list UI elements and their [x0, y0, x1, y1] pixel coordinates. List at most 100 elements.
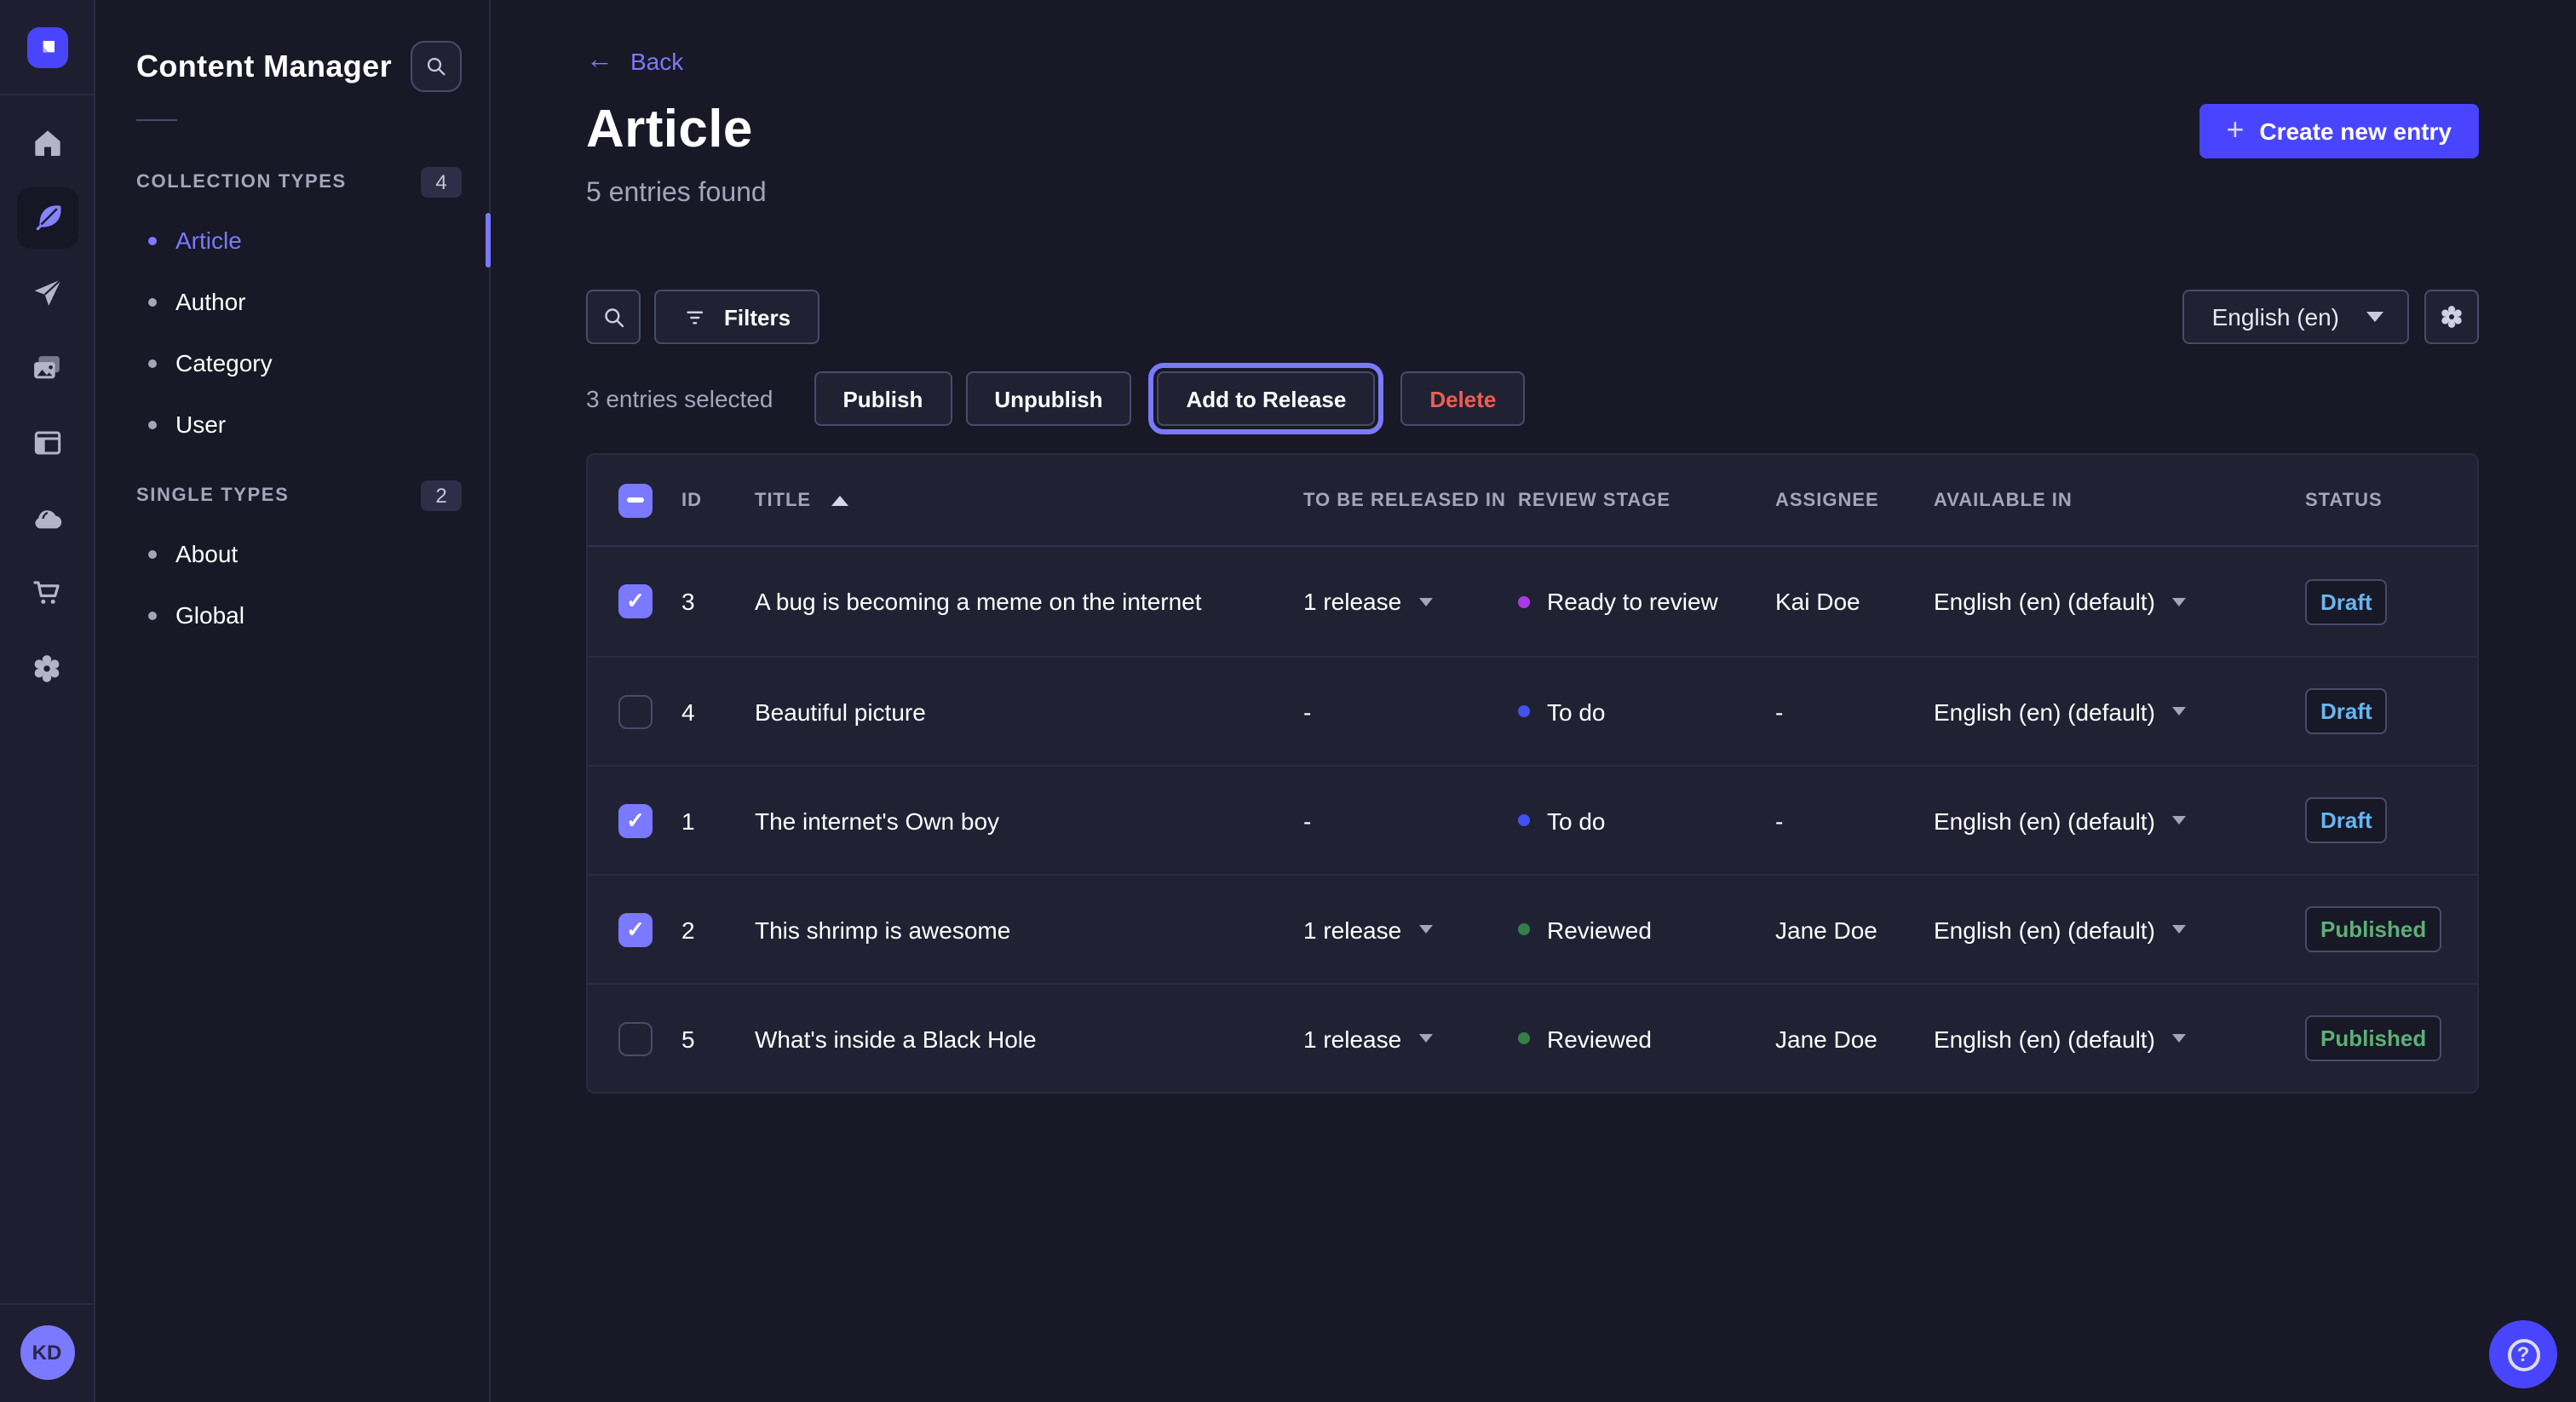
release-count-label: - [1303, 807, 1311, 834]
chevron-down-icon [2172, 925, 2186, 934]
back-arrow-icon: ← [586, 48, 613, 75]
create-new-entry-button[interactable]: + Create new entry [2199, 104, 2479, 158]
sidebar-item-user[interactable]: User [95, 394, 489, 455]
status-badge: Draft [2305, 797, 2388, 843]
cell-to-be-released-in[interactable]: 1 release [1276, 916, 1518, 943]
cell-status: Draft [2305, 797, 2477, 843]
column-header-to-be-released-in[interactable]: TO BE RELEASED IN [1276, 490, 1518, 510]
chevron-down-icon [2172, 1034, 2186, 1043]
sidebar-item-label: About [175, 540, 238, 567]
row-checkbox[interactable] [618, 912, 653, 946]
view-settings-button[interactable] [2424, 290, 2479, 344]
column-header-id[interactable]: ID [681, 490, 755, 510]
home-icon[interactable] [16, 112, 78, 174]
column-header-title[interactable]: TITLE [755, 490, 1276, 510]
publish-button[interactable]: Publish [814, 371, 952, 426]
delete-button[interactable]: Delete [1400, 371, 1525, 426]
cell-assignee: - [1775, 698, 1934, 725]
cell-to-be-released-in[interactable]: 1 release [1276, 1025, 1518, 1052]
locale-dropdown[interactable]: English (en) [2183, 290, 2409, 344]
row-checkbox[interactable] [618, 803, 653, 837]
back-link[interactable]: ← Back [586, 48, 683, 75]
content-type-builder-icon[interactable] [16, 412, 78, 474]
cell-available-in[interactable]: English (en) (default) [1934, 1025, 2305, 1052]
cell-id: 4 [681, 698, 755, 725]
table-row[interactable]: 2 This shrimp is awesome 1 release Revie… [588, 874, 2477, 983]
filters-button[interactable]: Filters [654, 290, 819, 344]
stage-label: Reviewed [1547, 916, 1652, 943]
column-header-label: TITLE [755, 490, 811, 510]
sidebar-item-article[interactable]: Article [95, 210, 489, 271]
stage-label: Reviewed [1547, 1025, 1652, 1052]
chevron-down-icon [2172, 597, 2186, 606]
bullet-icon [148, 359, 157, 367]
subnav-search-button[interactable] [411, 41, 462, 92]
rail-bottom: KD [0, 1303, 94, 1402]
column-header-review-stage[interactable]: REVIEW STAGE [1518, 490, 1775, 510]
chevron-down-icon [1418, 597, 1432, 606]
releases-icon[interactable] [16, 262, 78, 324]
filter-icon [683, 304, 709, 330]
bullet-icon [148, 549, 157, 558]
row-checkbox[interactable] [618, 1021, 653, 1055]
help-button[interactable]: ? [2489, 1320, 2557, 1388]
chevron-down-icon [2366, 312, 2383, 322]
single-types-count-badge: 2 [421, 480, 462, 511]
main-nav-rail: KD [0, 0, 95, 1402]
logo-area [0, 0, 94, 95]
cell-to-be-released-in[interactable]: - [1276, 807, 1518, 834]
sidebar-item-label: Author [175, 288, 246, 315]
select-all-checkbox[interactable] [618, 483, 653, 517]
column-header-available-in[interactable]: AVAILABLE IN [1934, 490, 2305, 510]
bullet-icon [148, 236, 157, 244]
search-icon [599, 302, 628, 331]
sidebar-item-label: User [175, 411, 226, 438]
table-row[interactable]: 3 A bug is becoming a meme on the intern… [588, 547, 2477, 656]
cell-id: 5 [681, 1025, 755, 1052]
cell-id: 3 [681, 588, 755, 615]
table-row[interactable]: 1 The internet's Own boy - To do - Engli… [588, 765, 2477, 874]
sidebar-item-about[interactable]: About [95, 523, 489, 584]
column-header-status[interactable]: STATUS [2305, 490, 2477, 510]
stage-dot-icon [1518, 1032, 1530, 1044]
cell-available-in[interactable]: English (en) (default) [1934, 698, 2305, 725]
row-checkbox[interactable] [618, 584, 653, 618]
sidebar-item-global[interactable]: Global [95, 584, 489, 646]
release-count-label: - [1303, 698, 1311, 725]
sort-ascending-icon [831, 495, 848, 505]
cell-review-stage: To do [1518, 698, 1775, 725]
user-avatar[interactable]: KD [20, 1325, 74, 1380]
cell-available-in[interactable]: English (en) (default) [1934, 916, 2305, 943]
sidebar-item-author[interactable]: Author [95, 271, 489, 332]
unpublish-button[interactable]: Unpublish [965, 371, 1131, 426]
add-to-release-button[interactable]: Add to Release [1157, 371, 1375, 426]
cell-title: Beautiful picture [755, 698, 1276, 725]
cell-id: 1 [681, 807, 755, 834]
bullet-icon [148, 297, 157, 306]
media-library-icon[interactable] [16, 337, 78, 399]
settings-gear-icon[interactable] [16, 637, 78, 698]
cell-to-be-released-in[interactable]: - [1276, 698, 1518, 725]
sidebar-item-category[interactable]: Category [95, 332, 489, 394]
column-header-assignee[interactable]: ASSIGNEE [1775, 490, 1934, 510]
table-row[interactable]: 5 What's inside a Black Hole 1 release R… [588, 983, 2477, 1092]
marketplace-cart-icon[interactable] [16, 562, 78, 623]
stage-dot-icon [1518, 705, 1530, 717]
table-row[interactable]: 4 Beautiful picture - To do - English (e… [588, 656, 2477, 765]
content-manager-subnav: Content Manager COLLECTION TYPES 4 Artic… [95, 0, 491, 1402]
cell-available-in[interactable]: English (en) (default) [1934, 807, 2305, 834]
search-button[interactable] [586, 290, 641, 344]
cloud-icon[interactable] [16, 487, 78, 549]
cell-to-be-released-in[interactable]: 1 release [1276, 588, 1518, 615]
row-checkbox[interactable] [618, 694, 653, 728]
cell-title: What's inside a Black Hole [755, 1025, 1276, 1052]
content-manager-icon[interactable] [16, 187, 78, 249]
locale-label: English (en) (default) [1934, 698, 2155, 725]
filters-label: Filters [724, 304, 791, 330]
back-label: Back [630, 48, 683, 75]
cell-available-in[interactable]: English (en) (default) [1934, 588, 2305, 615]
locale-label: English (en) (default) [1934, 916, 2155, 943]
cell-review-stage: Reviewed [1518, 916, 1775, 943]
strapi-logo[interactable] [26, 26, 67, 67]
main-content: ← Back Article 5 entries found + Create … [491, 0, 2576, 1402]
